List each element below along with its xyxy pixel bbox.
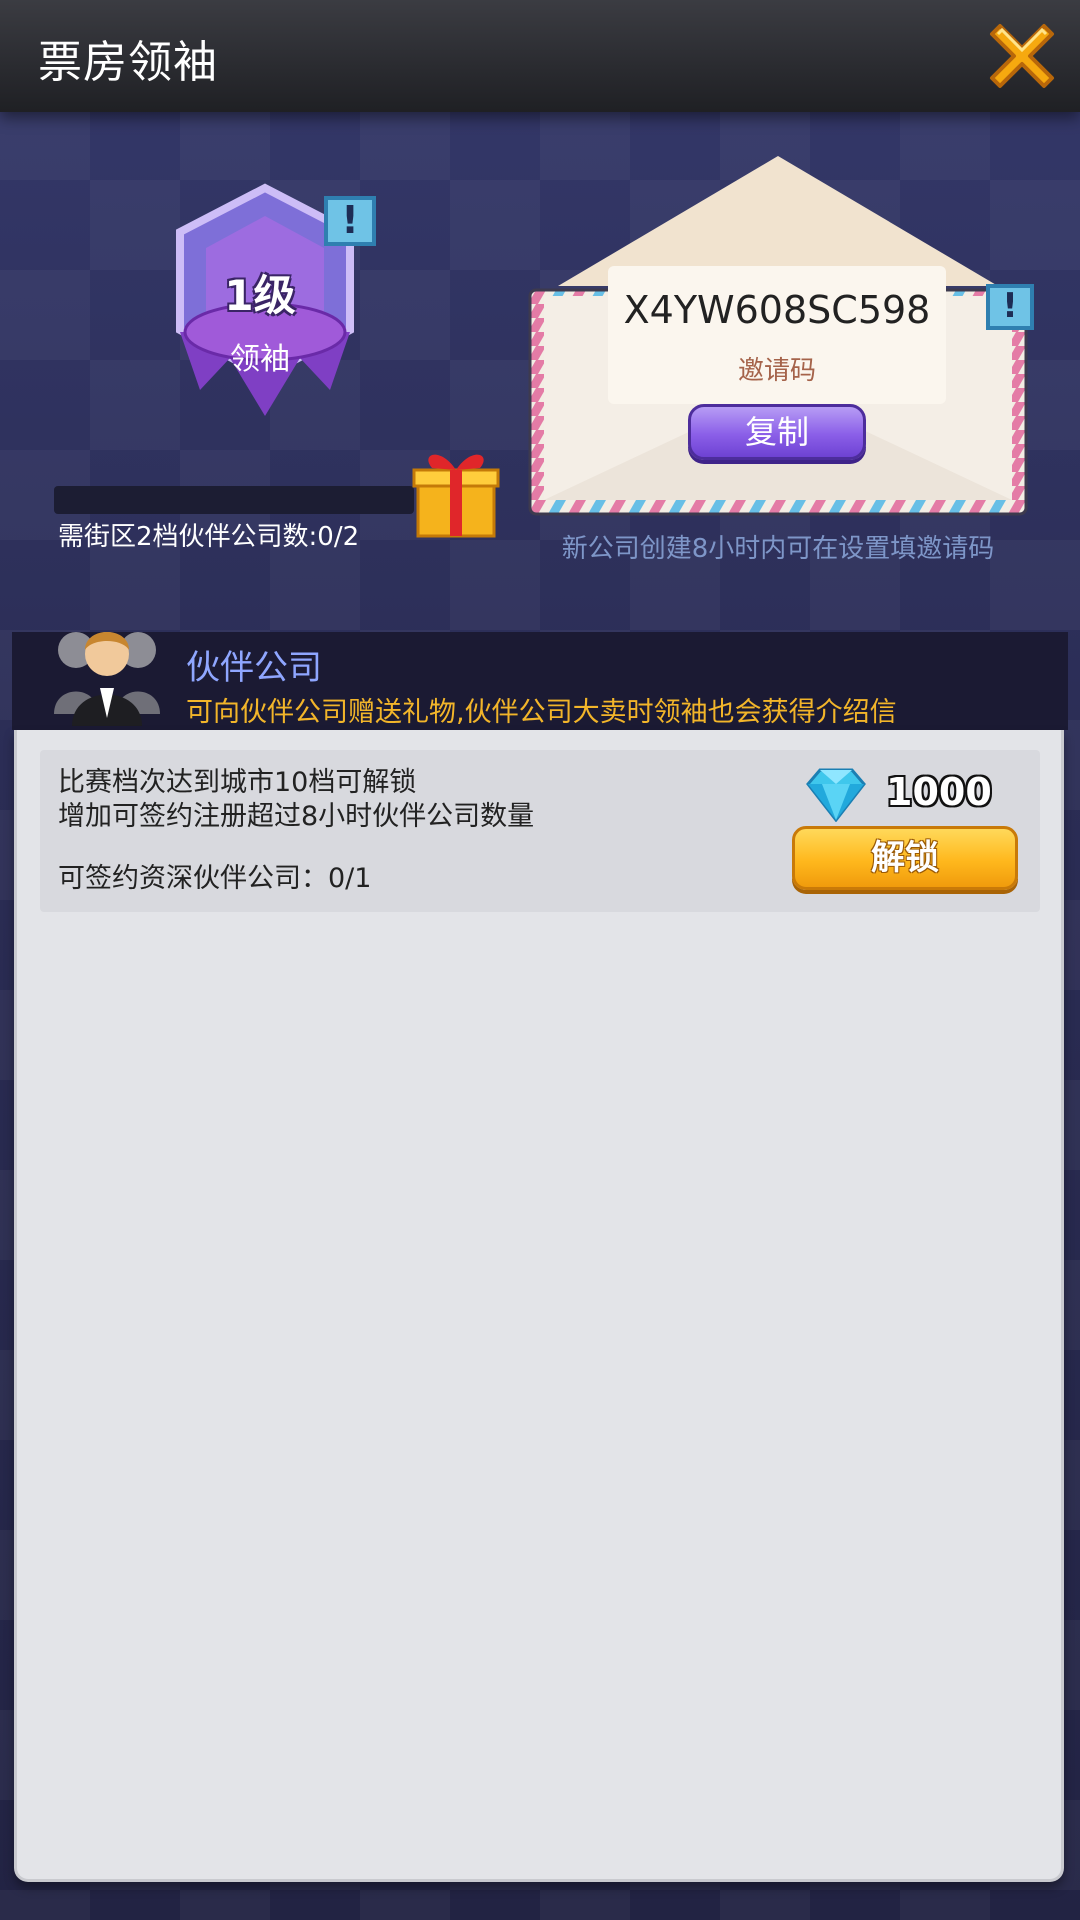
leader-level: 1级 [224,271,296,320]
invite-hint: 新公司创建8小时内可在设置填邀请码 [561,534,995,564]
header-bar: 票房领袖 [0,0,1080,112]
unlock-button[interactable]: 解锁 [792,826,1018,890]
page-title: 票房领袖 [38,37,218,88]
partner-description: 可向伙伴公司赠送礼物,伙伴公司大卖时领袖也会获得介绍信 [186,697,897,728]
invite-code: X4YW608SC598 [623,288,931,332]
gift-icon [412,454,500,538]
invite-alert-icon[interactable]: ! [986,284,1034,330]
leader-title: 领袖 [230,342,290,377]
senior-partner-count: 可签约资深伙伴公司：0/1 [58,863,372,894]
alert-icon[interactable]: ! [324,196,376,246]
close-icon [990,24,1054,88]
copy-button[interactable]: 复制 [688,404,866,460]
leader-progress-bar [54,486,414,514]
gift-button[interactable] [410,440,502,540]
unlock-benefit: 增加可签约注册超过8小时伙伴公司数量 [58,801,535,832]
partner-group-icon [50,618,164,728]
invite-code-label: 邀请码 [737,356,816,386]
close-button[interactable] [978,12,1066,100]
progress-label: 需街区2档伙伴公司数:0/2 [58,522,360,552]
unlock-price: 1000 [886,770,992,814]
diamond-icon [806,766,866,823]
partner-title: 伙伴公司 [186,648,322,688]
